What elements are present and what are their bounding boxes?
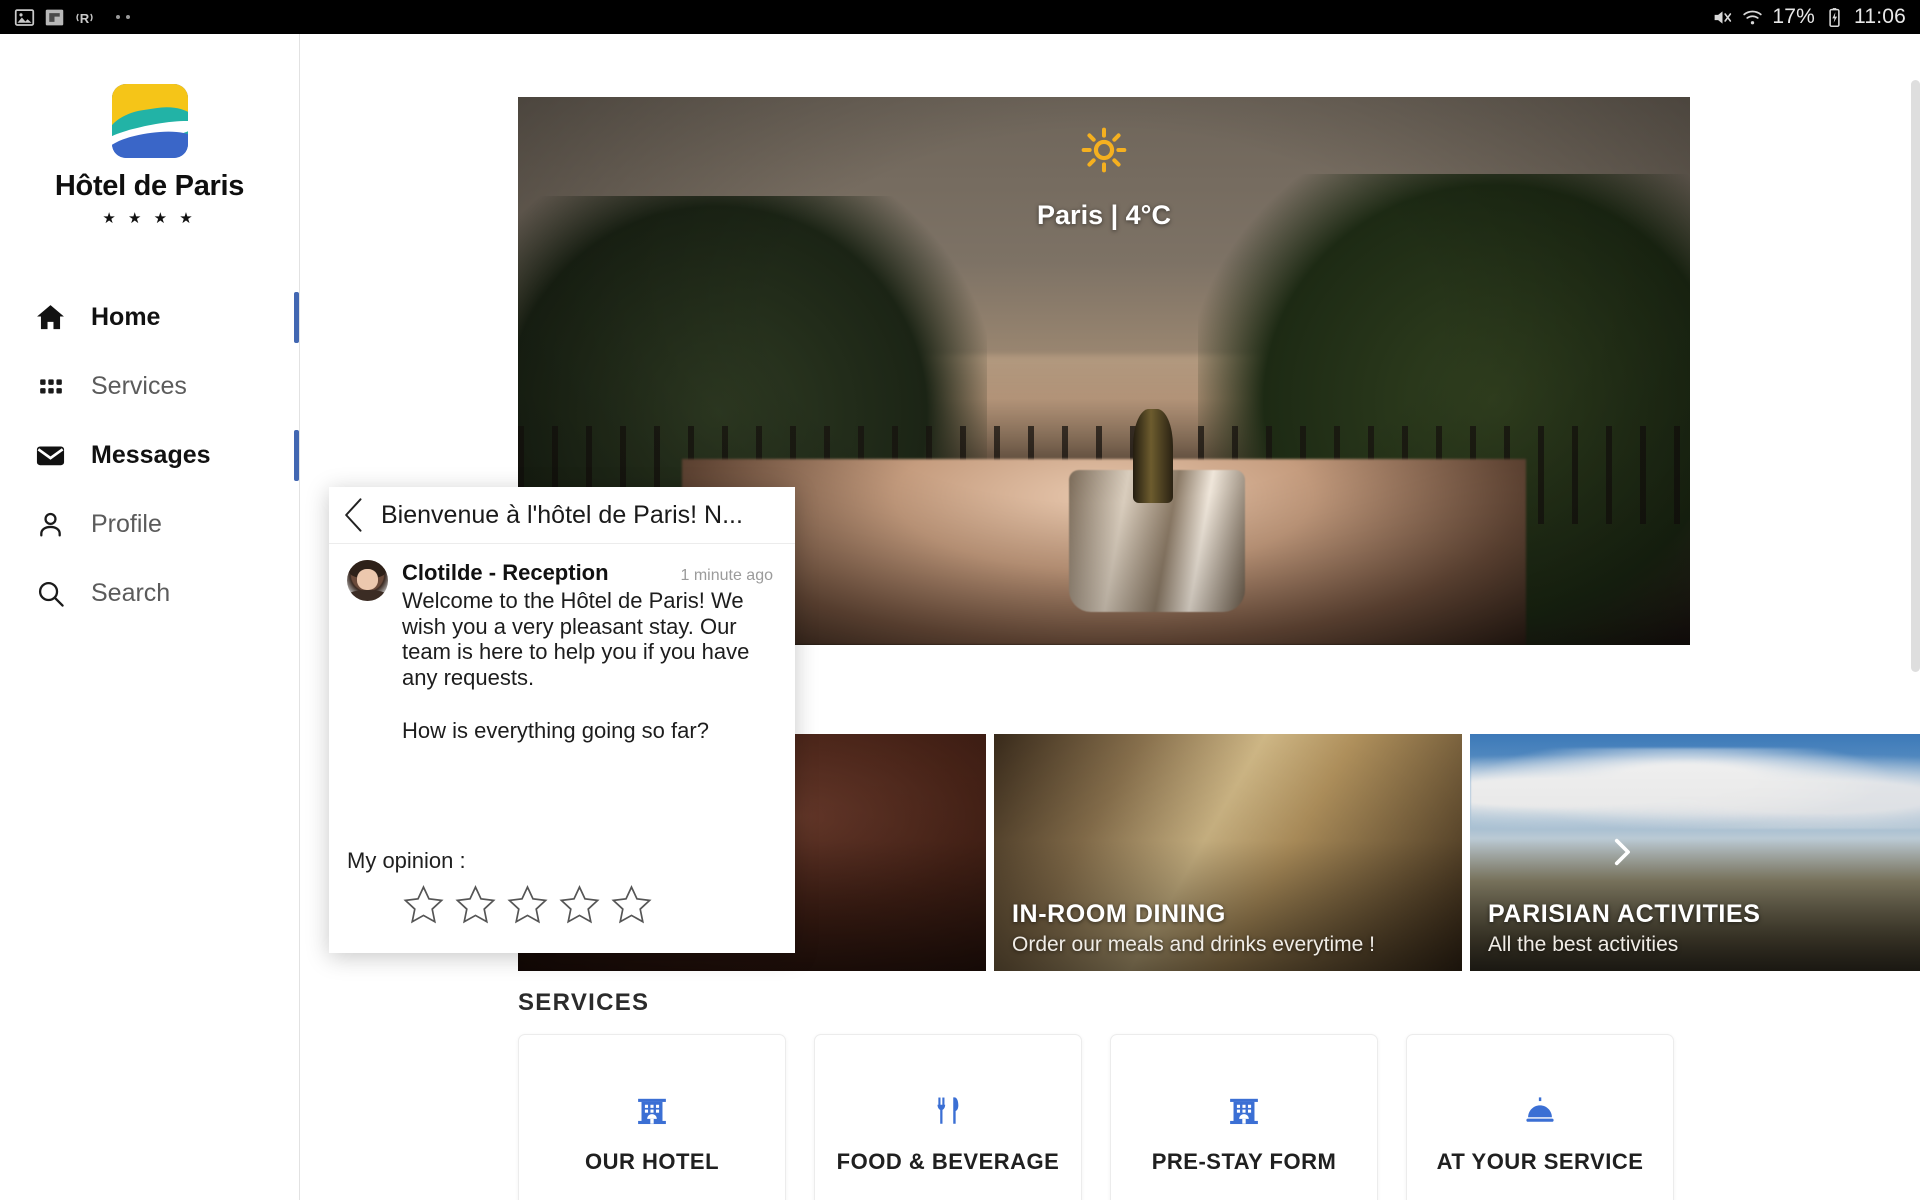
service-card-label: PRE-STAY FORM xyxy=(1151,1149,1337,1174)
home-icon xyxy=(34,301,67,334)
active-indicator xyxy=(294,292,299,343)
message-followup-text: How is everything going so far? xyxy=(402,718,709,744)
rating-star-4[interactable] xyxy=(559,884,600,925)
sidebar-item-search-label: Search xyxy=(91,579,171,607)
service-card-label: FOOD & BEVERAGE xyxy=(836,1149,1060,1174)
sidebar-item-messages-label: Messages xyxy=(91,441,211,469)
opinion-label: My opinion : xyxy=(347,848,466,873)
clock-label: 11:06 xyxy=(1854,5,1906,28)
message-panel-header: Bienvenue à l'hôtel de Paris! N... xyxy=(329,487,795,544)
message-thread-title: Bienvenue à l'hôtel de Paris! N... xyxy=(381,500,743,529)
service-card-our-hotel[interactable]: OUR HOTEL xyxy=(518,1034,786,1200)
services-grid: OUR HOTEL FOOD & BEVERAGE PRE-STAY FORM … xyxy=(518,1034,1690,1200)
message-detail-panel: Bienvenue à l'hôtel de Paris! N... Cloti… xyxy=(329,487,795,953)
promo-card-parisian-activities[interactable]: PARISIAN ACTIVITIES All the best activit… xyxy=(1470,734,1920,971)
sidebar-item-messages[interactable]: Messages xyxy=(0,421,299,490)
message-body: Clotilde - Reception 1 minute ago Welcom… xyxy=(329,544,795,848)
person-icon xyxy=(34,508,67,541)
search-icon xyxy=(34,577,67,610)
envelope-icon xyxy=(34,439,67,472)
rating-star-5[interactable] xyxy=(611,884,652,925)
services-section-title: SERVICES xyxy=(518,989,650,1016)
service-card-at-your-service[interactable]: AT YOUR SERVICE xyxy=(1406,1034,1674,1200)
vertical-scrollbar[interactable] xyxy=(1911,80,1920,672)
wifi-icon xyxy=(1743,10,1763,24)
sidebar: Hôtel de Paris ★ ★ ★ ★ Home Services Mes… xyxy=(0,34,300,1200)
service-card-food-beverage[interactable]: FOOD & BEVERAGE xyxy=(814,1034,1082,1200)
rating-star-1[interactable] xyxy=(403,884,444,925)
sidebar-item-home[interactable]: Home xyxy=(0,283,299,352)
image-icon xyxy=(14,8,35,26)
brand-name: Hôtel de Paris xyxy=(54,170,245,202)
weather-widget: Paris | 4°C xyxy=(518,127,1690,231)
promo-card-subtitle: All the best activities xyxy=(1488,933,1679,956)
sidebar-item-services-label: Services xyxy=(91,372,187,400)
promo-card-in-room-dining[interactable]: IN-ROOM DINING Order our meals and drink… xyxy=(994,734,1462,971)
message-timestamp: 1 minute ago xyxy=(680,567,773,584)
hotel-icon xyxy=(634,1093,670,1129)
svg-text:R: R xyxy=(80,10,90,25)
active-indicator xyxy=(294,430,299,481)
promo-card-title: PARISIAN ACTIVITIES xyxy=(1488,900,1761,928)
chevron-right-icon[interactable] xyxy=(1604,835,1638,869)
brand-logo[interactable]: Hôtel de Paris ★ ★ ★ ★ xyxy=(0,34,299,227)
vibrate-icon: R xyxy=(76,10,93,25)
status-bar-left-icons: R xyxy=(14,7,130,28)
hotel-icon xyxy=(1226,1093,1262,1129)
cutlery-icon xyxy=(930,1093,966,1129)
sidebar-item-profile-label: Profile xyxy=(91,510,162,538)
sidebar-item-services[interactable]: Services xyxy=(0,352,299,421)
bell-icon xyxy=(1522,1093,1558,1129)
status-bar-right: 17% 11:06 xyxy=(1712,5,1906,29)
hotel-logo-icon xyxy=(111,84,188,158)
service-card-pre-stay-form[interactable]: PRE-STAY FORM xyxy=(1110,1034,1378,1200)
sun-icon xyxy=(1081,127,1127,173)
grid-icon xyxy=(34,370,67,403)
sidebar-nav: Home Services Messages Profile Search xyxy=(0,283,299,628)
sidebar-item-profile[interactable]: Profile xyxy=(0,490,299,559)
battery-charging-icon xyxy=(1829,7,1840,27)
mute-icon xyxy=(1714,10,1732,24)
star-rating-widget[interactable] xyxy=(347,884,795,925)
avatar xyxy=(347,560,388,601)
screenshot-icon xyxy=(45,9,64,25)
status-bar: R 17% 11:06 xyxy=(0,0,1920,34)
service-card-label: OUR HOTEL xyxy=(584,1149,720,1174)
promo-card-title: IN-ROOM DINING xyxy=(1012,900,1226,928)
chevron-left-icon[interactable] xyxy=(343,498,365,532)
brand-star-rating: ★ ★ ★ ★ xyxy=(102,210,197,227)
weather-text: Paris | 4°C xyxy=(1037,200,1171,230)
app-window: Hôtel de Paris ★ ★ ★ ★ Home Services Mes… xyxy=(0,34,1920,1200)
message-sender: Clotilde - Reception xyxy=(402,560,609,585)
message-text: Welcome to the Hôtel de Paris! We wish y… xyxy=(402,588,750,690)
service-card-label: AT YOUR SERVICE xyxy=(1436,1149,1644,1174)
sidebar-item-search[interactable]: Search xyxy=(0,559,299,628)
promo-card-subtitle: Order our meals and drinks everytime ! xyxy=(1012,933,1375,956)
sidebar-item-home-label: Home xyxy=(91,303,161,331)
opinion-rating-section: My opinion : xyxy=(329,848,795,953)
rating-star-3[interactable] xyxy=(507,884,548,925)
battery-percent-label: 17% xyxy=(1772,5,1815,28)
rating-star-2[interactable] xyxy=(455,884,496,925)
status-dots xyxy=(116,15,130,19)
